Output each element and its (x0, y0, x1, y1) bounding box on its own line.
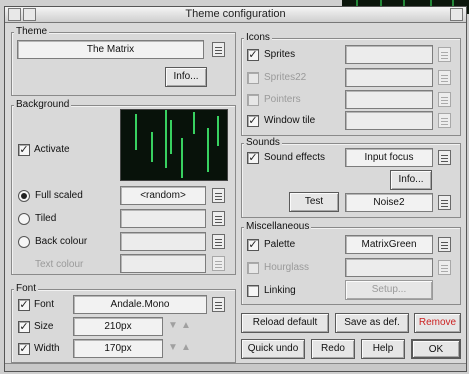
font-checkbox[interactable]: ✓ (18, 299, 30, 311)
activate-checkbox[interactable]: ✓ (18, 144, 30, 156)
size-label: Size (34, 321, 54, 332)
font-panel-title: Font (14, 283, 39, 294)
hourglass-label: Hourglass (264, 262, 310, 273)
size-up-arrow-icon[interactable]: ▲ (181, 320, 191, 332)
full-scaled-menu-icon[interactable] (212, 188, 225, 203)
quick-undo-button[interactable]: Quick undo (241, 339, 305, 359)
back-colour-menu-icon[interactable] (212, 234, 225, 249)
linking-setup-button: Setup... (345, 280, 433, 300)
bottom-edge (5, 363, 466, 371)
sound-effects-label: Sound effects (264, 152, 325, 163)
close-icon[interactable] (8, 8, 21, 21)
size-checkbox[interactable]: ✓ (18, 321, 30, 333)
font-name-field[interactable]: Andale.Mono (73, 295, 207, 314)
size-down-arrow-icon[interactable]: ▼ (168, 320, 178, 332)
window-tile-menu-icon[interactable] (438, 113, 451, 128)
background-panel-title: Background (14, 99, 72, 110)
pointers-label: Pointers (264, 94, 301, 105)
theme-name-field[interactable]: The Matrix (17, 40, 204, 59)
text-colour-field (120, 254, 206, 273)
full-scaled-field[interactable]: <random> (120, 186, 206, 205)
remove-button[interactable]: Remove (414, 313, 461, 333)
palette-field[interactable]: MatrixGreen (345, 235, 433, 254)
linking-label: Linking (264, 285, 296, 296)
theme-panel-title: Theme (14, 26, 50, 37)
background-preview (120, 109, 228, 181)
width-up-arrow-icon[interactable]: ▲ (181, 342, 191, 354)
back-colour-radio[interactable] (18, 236, 30, 248)
sound-test-field[interactable]: Noise2 (345, 193, 433, 212)
misc-panel-title: Miscellaneous (244, 221, 312, 232)
sprites-menu-icon[interactable] (438, 47, 451, 62)
window-tile-field[interactable] (345, 111, 433, 130)
hourglass-menu-icon (438, 260, 451, 275)
pointers-menu-icon (438, 92, 451, 107)
sounds-info-button[interactable]: Info... (390, 170, 432, 190)
sound-effects-menu-icon[interactable] (438, 150, 451, 165)
palette-checkbox[interactable]: ✓ (247, 239, 259, 251)
theme-config-window: Theme configuration Theme The Matrix Inf… (4, 6, 467, 372)
reload-default-button[interactable]: Reload default (241, 313, 329, 333)
width-label: Width (34, 343, 60, 354)
sound-effects-field[interactable]: Input focus (345, 148, 433, 167)
help-button[interactable]: Help (361, 339, 405, 359)
tiled-label: Tiled (35, 213, 57, 224)
back-icon[interactable] (23, 8, 36, 21)
sprites-label: Sprites (264, 49, 296, 60)
font-width-field[interactable]: 170px (73, 339, 163, 358)
theme-menu-icon[interactable] (212, 42, 225, 57)
back-colour-field[interactable] (120, 232, 206, 251)
palette-menu-icon[interactable] (438, 237, 451, 252)
full-scaled-label: Full scaled (35, 190, 83, 201)
sounds-panel-title: Sounds (244, 137, 282, 148)
pointers-field (345, 90, 433, 109)
pointers-checkbox (247, 94, 259, 106)
text-colour-label: Text colour (35, 259, 84, 270)
width-down-arrow-icon[interactable]: ▼ (168, 342, 178, 354)
width-checkbox[interactable]: ✓ (18, 343, 30, 355)
text-colour-menu-icon (212, 256, 225, 271)
hourglass-field (345, 258, 433, 277)
tiled-field[interactable] (120, 209, 206, 228)
sprites22-checkbox (247, 72, 259, 84)
redo-button[interactable]: Redo (311, 339, 355, 359)
save-as-default-button[interactable]: Save as def. (335, 313, 409, 333)
title-bar[interactable]: Theme configuration (5, 7, 466, 23)
sound-test-menu-icon[interactable] (438, 195, 451, 210)
full-scaled-radio[interactable] (18, 190, 30, 202)
font-label: Font (34, 299, 55, 310)
ok-button[interactable]: OK (411, 339, 461, 359)
sprites-checkbox[interactable]: ✓ (247, 49, 259, 61)
window-tile-checkbox[interactable]: ✓ (247, 115, 259, 127)
sound-effects-checkbox[interactable]: ✓ (247, 152, 259, 164)
back-colour-label: Back colour (35, 236, 88, 247)
linking-checkbox[interactable] (247, 285, 259, 297)
sprites-field[interactable] (345, 45, 433, 64)
theme-info-button[interactable]: Info... (165, 67, 207, 87)
window-title: Theme configuration (185, 8, 286, 20)
hourglass-checkbox (247, 262, 259, 274)
font-size-field[interactable]: 210px (73, 317, 163, 336)
palette-label: Palette (264, 239, 296, 250)
window-tile-label: Window tile (264, 115, 316, 126)
icons-panel-title: Icons (244, 32, 272, 43)
tiled-radio[interactable] (18, 213, 30, 225)
toggle-size-icon[interactable] (450, 8, 463, 21)
sprites22-field (345, 68, 433, 87)
sprites22-menu-icon (438, 70, 451, 85)
font-menu-icon[interactable] (212, 297, 225, 312)
activate-label: Activate (34, 144, 70, 155)
sprites22-label: Sprites22 (264, 72, 307, 83)
tiled-menu-icon[interactable] (212, 211, 225, 226)
sound-test-button[interactable]: Test (289, 192, 339, 212)
